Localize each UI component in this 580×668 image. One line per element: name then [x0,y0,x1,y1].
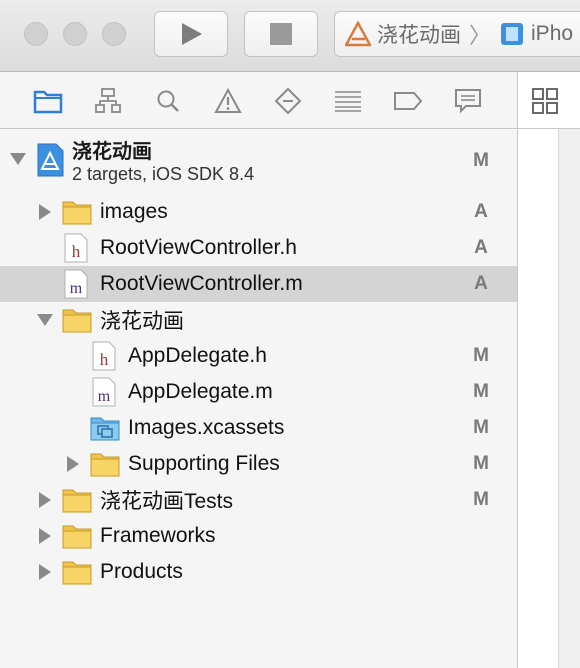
implementation-file-icon: m [92,377,116,407]
navigator-tab-bar [0,72,517,129]
source-control-status: M [473,150,489,171]
iphone-device-icon [501,23,524,45]
folder-icon [62,489,92,513]
folder-icon [62,309,92,333]
tree-item-images[interactable]: images A [0,194,517,230]
source-control-status: A [474,273,488,294]
hierarchy-icon [95,88,121,113]
speech-bubble-icon [455,89,481,114]
file-label: Products [100,560,183,583]
file-label: RootViewController.m [100,272,303,295]
test-diamond-icon [274,88,302,114]
warning-icon [214,88,242,113]
svg-text:h: h [72,242,81,261]
disclosure-expanded-icon[interactable] [10,153,26,165]
tab-symbol-navigator[interactable] [92,86,124,116]
tree-item-appdelegate-h[interactable]: h AppDelegate.h M [0,338,517,374]
play-icon [182,23,202,45]
scheme-project-name: 浇花动画 [377,24,461,47]
disclosure-collapsed-icon[interactable] [39,564,51,580]
disclosure-collapsed-icon[interactable] [39,204,51,220]
file-label: 浇花动画 [100,310,184,333]
disclosure-collapsed-icon[interactable] [67,456,79,472]
source-control-status: M [473,489,489,510]
source-control-status: M [473,453,489,474]
editor-jump-bar [518,72,580,129]
tree-item-images-xcassets[interactable]: Images.xcassets M [0,410,517,446]
run-button[interactable] [154,11,228,57]
file-label: AppDelegate.h [128,344,267,367]
header-file-icon: h [64,233,88,263]
file-label: Frameworks [100,524,216,547]
stop-button[interactable] [244,11,318,57]
zoom-window-button[interactable] [102,22,126,46]
stop-icon [270,23,292,45]
source-control-status: M [473,381,489,402]
implementation-file-icon: m [64,269,88,299]
chevron-right-icon: 〉 [469,23,492,48]
source-control-status: M [473,345,489,366]
tree-item-appdelegate-m[interactable]: m AppDelegate.m M [0,374,517,410]
breakpoint-icon [394,92,423,110]
disclosure-collapsed-icon[interactable] [39,492,51,508]
tree-item-tests[interactable]: 浇花动画Tests M [0,482,517,518]
file-label: AppDelegate.m [128,380,273,403]
file-label: 浇花动画Tests [100,490,234,513]
tab-issue-navigator[interactable] [212,86,244,116]
debug-list-icon [335,91,361,112]
svg-text:m: m [98,388,111,405]
header-file-icon: h [92,341,116,371]
project-subtitle: 2 targets, iOS SDK 8.4 [72,164,255,184]
folder-icon [62,561,92,585]
tab-find-navigator[interactable] [152,86,184,116]
source-control-status: M [473,417,489,438]
source-control-status: A [474,237,488,258]
scheme-selector[interactable]: 浇花动画 〉 iPho [334,11,580,57]
tab-report-navigator[interactable] [452,86,484,116]
asset-catalog-icon [90,417,120,441]
tree-item-rootviewcontroller-m[interactable]: m RootViewController.m A [0,266,517,302]
file-label: Supporting Files [128,452,280,475]
tab-debug-navigator[interactable] [332,86,364,116]
disclosure-collapsed-icon[interactable] [39,528,51,544]
tree-item-group-main[interactable]: 浇花动画 [0,302,517,338]
tree-item-supporting-files[interactable]: Supporting Files M [0,446,517,482]
svg-text:m: m [70,280,83,297]
tab-test-navigator[interactable] [272,86,304,116]
scheme-device-name: iPho [531,22,574,45]
disclosure-expanded-icon[interactable] [37,314,53,326]
tab-project-navigator[interactable] [32,86,64,116]
project-root-row[interactable]: 浇花动画 2 targets, iOS SDK 8.4 M [0,129,517,194]
svg-text:h: h [100,350,109,369]
folder-icon [90,453,120,477]
folder-icon [62,201,92,225]
file-label: images [100,200,168,223]
search-icon [157,90,179,112]
editor-gutter [558,129,580,668]
xcode-app-icon [345,21,371,47]
project-name: 浇花动画 [72,141,152,163]
related-items-grid-icon[interactable] [531,87,559,115]
tree-item-rootviewcontroller-h[interactable]: h RootViewController.h A [0,230,517,266]
minimize-window-button[interactable] [63,22,87,46]
folder-icon [62,525,92,549]
tree-item-products[interactable]: Products [0,554,517,590]
folder-icon [33,90,63,114]
project-navigator-tree: 浇花动画 2 targets, iOS SDK 8.4 M images A h… [0,129,517,590]
tab-breakpoint-navigator[interactable] [392,86,424,116]
project-file-icon [37,143,64,177]
source-control-status: A [474,201,488,222]
window-toolbar: 浇花动画 〉 iPho [0,0,580,72]
file-label: RootViewController.h [100,236,297,259]
tree-item-frameworks[interactable]: Frameworks [0,518,517,554]
file-label: Images.xcassets [128,416,285,439]
editor-area [517,72,580,668]
close-window-button[interactable] [24,22,48,46]
